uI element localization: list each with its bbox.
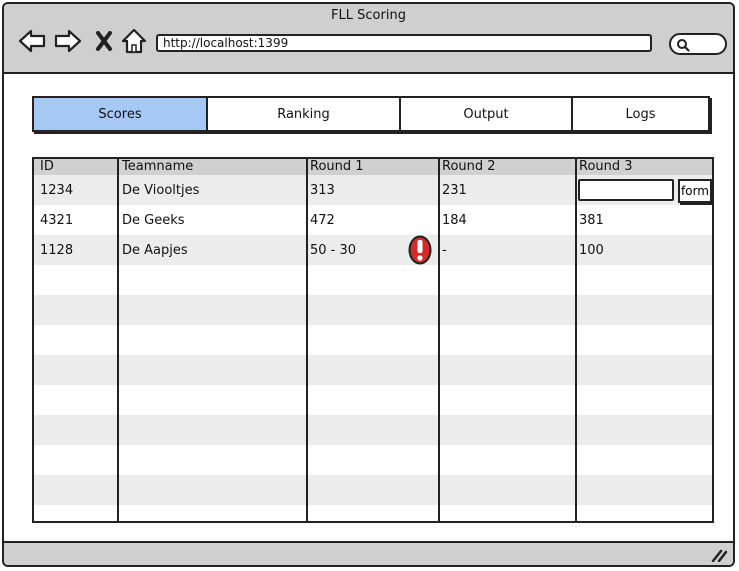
resize-grip-icon[interactable]: [711, 548, 727, 562]
tab-bar: Scores Ranking Output Logs: [32, 96, 710, 132]
arrow-right-icon: [54, 29, 82, 53]
column-divider: [117, 159, 119, 521]
browser-titlebar: FLL Scoring http://localhost:1399: [4, 4, 733, 74]
cell-round-1[interactable]: 472: [310, 213, 335, 228]
home-icon: [121, 28, 147, 54]
cell-teamname: De Viooltjes: [122, 183, 200, 198]
browser-window: FLL Scoring http://localhost:1399 Scores…: [2, 2, 735, 567]
cell-id: 1128: [40, 243, 74, 258]
warning-icon[interactable]: [408, 235, 432, 265]
table-row: [34, 265, 712, 295]
close-x-icon: [96, 31, 112, 51]
table-row: [34, 445, 712, 475]
url-input[interactable]: http://localhost:1399: [156, 34, 652, 52]
tab-output[interactable]: Output: [401, 98, 573, 130]
cell-teamname: De Geeks: [122, 213, 185, 228]
tab-scores[interactable]: Scores: [34, 98, 208, 130]
search-field[interactable]: [669, 33, 727, 55]
window-title: FLL Scoring: [331, 8, 406, 23]
cell-round-2[interactable]: 231: [442, 183, 467, 198]
table-row: [34, 415, 712, 445]
cell-round-3[interactable]: 100: [579, 243, 604, 258]
round-3-form-button[interactable]: form: [678, 179, 712, 203]
cell-round-1[interactable]: 313: [310, 183, 335, 198]
cell-round-1[interactable]: 50 - 30: [310, 243, 356, 258]
header-round-1: Round 1: [310, 159, 364, 174]
search-icon: [677, 39, 690, 52]
cell-teamname: De Aapjes: [122, 243, 188, 258]
cell-round-2[interactable]: -: [442, 243, 447, 258]
column-divider: [306, 159, 308, 521]
cell-round-3[interactable]: 381: [579, 213, 604, 228]
table-row: [34, 475, 712, 505]
tab-ranking[interactable]: Ranking: [208, 98, 401, 130]
table-row: [34, 505, 712, 521]
scores-table: ID Teamname Round 1 Round 2 Round 3 1234…: [32, 157, 714, 523]
back-button[interactable]: [18, 28, 46, 54]
tab-logs[interactable]: Logs: [573, 98, 708, 130]
header-round-3: Round 3: [579, 159, 633, 174]
table-row: [34, 385, 712, 415]
table-row: [34, 325, 712, 355]
column-divider: [438, 159, 440, 521]
status-bar: [4, 541, 733, 565]
cell-id: 4321: [40, 213, 74, 228]
header-id: ID: [40, 159, 54, 174]
round-3-score-input[interactable]: [578, 179, 674, 201]
cell-id: 1234: [40, 183, 74, 198]
table-row: [34, 295, 712, 325]
stop-button[interactable]: [92, 28, 120, 54]
column-divider: [575, 159, 577, 521]
forward-button[interactable]: [54, 28, 82, 54]
arrow-left-icon: [18, 29, 46, 53]
header-round-2: Round 2: [442, 159, 496, 174]
home-button[interactable]: [120, 28, 148, 54]
table-row: [34, 355, 712, 385]
cell-round-2[interactable]: 184: [442, 213, 467, 228]
header-teamname: Teamname: [122, 159, 194, 174]
